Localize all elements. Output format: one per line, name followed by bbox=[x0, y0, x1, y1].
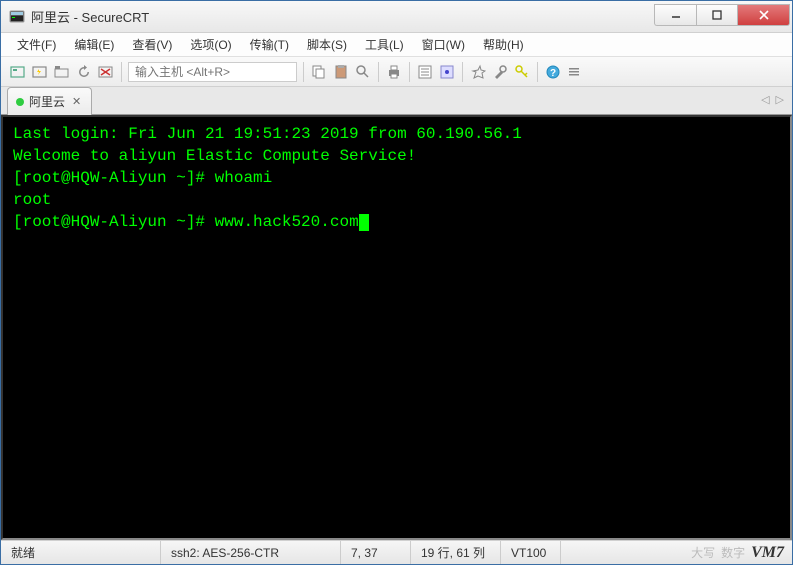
status-protocol: ssh2: AES-256-CTR bbox=[161, 541, 341, 564]
tab-session[interactable]: 阿里云 ✕ bbox=[7, 87, 92, 115]
toolbar-separator bbox=[121, 62, 122, 82]
menu-view[interactable]: 查看(V) bbox=[124, 33, 180, 56]
tab-next-icon[interactable]: ▷ bbox=[776, 93, 784, 106]
toolbar-separator bbox=[378, 62, 379, 82]
menubar: 文件(F) 编辑(E) 查看(V) 选项(O) 传输(T) 脚本(S) 工具(L… bbox=[1, 33, 792, 57]
close-button[interactable] bbox=[738, 4, 790, 26]
cursor-icon bbox=[359, 214, 369, 231]
tools-icon[interactable] bbox=[491, 63, 509, 81]
quick-connect-icon[interactable] bbox=[31, 63, 49, 81]
menu-options[interactable]: 选项(O) bbox=[182, 33, 239, 56]
command: www.hack520.com bbox=[215, 213, 359, 231]
properties-icon[interactable] bbox=[416, 63, 434, 81]
connect-icon[interactable] bbox=[9, 63, 27, 81]
tabbar: 阿里云 ✕ ◁ ▷ bbox=[1, 87, 792, 115]
maximize-button[interactable] bbox=[696, 4, 738, 26]
minimize-button[interactable] bbox=[654, 4, 696, 26]
key-icon[interactable] bbox=[513, 63, 531, 81]
status-caps: 大写 bbox=[691, 544, 715, 561]
tab-nav: ◁ ▷ bbox=[761, 93, 784, 106]
settings-icon[interactable] bbox=[469, 63, 487, 81]
tab-close-icon[interactable]: ✕ bbox=[72, 95, 81, 108]
print-icon[interactable] bbox=[385, 63, 403, 81]
status-term-type: VT100 bbox=[501, 541, 561, 564]
menu-tools[interactable]: 工具(L) bbox=[357, 33, 412, 56]
session-options-icon[interactable] bbox=[438, 63, 456, 81]
toolbar: ? bbox=[1, 57, 792, 87]
menu-window[interactable]: 窗口(W) bbox=[414, 33, 473, 56]
menu-help[interactable]: 帮助(H) bbox=[475, 33, 532, 56]
paste-icon[interactable] bbox=[332, 63, 350, 81]
status-cursor-pos: 7, 37 bbox=[341, 541, 411, 564]
toolbar-separator bbox=[537, 62, 538, 82]
prompt: [root@HQW-Aliyun ~]# bbox=[13, 213, 215, 231]
terminal-line: Welcome to aliyun Elastic Compute Servic… bbox=[13, 145, 780, 167]
status-rows-cols: 19 行, 61 列 bbox=[411, 541, 501, 564]
connect-tab-icon[interactable] bbox=[53, 63, 71, 81]
status-numlock: 数字 bbox=[721, 544, 745, 561]
terminal-line: [root@HQW-Aliyun ~]# whoami bbox=[13, 167, 780, 189]
command: whoami bbox=[215, 169, 273, 187]
window-title: 阿里云 - SecureCRT bbox=[31, 7, 654, 26]
host-input[interactable] bbox=[128, 62, 297, 82]
menu-transfer[interactable]: 传输(T) bbox=[242, 33, 297, 56]
toolbar-menu-icon[interactable] bbox=[566, 63, 584, 81]
statusbar: 就绪 ssh2: AES-256-CTR 7, 37 19 行, 61 列 VT… bbox=[1, 540, 792, 564]
menu-file[interactable]: 文件(F) bbox=[9, 33, 64, 56]
titlebar[interactable]: 阿里云 - SecureCRT bbox=[1, 1, 792, 33]
menu-edit[interactable]: 编辑(E) bbox=[66, 33, 122, 56]
reconnect-icon[interactable] bbox=[75, 63, 93, 81]
app-window: 阿里云 - SecureCRT 文件(F) 编辑(E) 查看(V) 选项(O) … bbox=[0, 0, 793, 565]
help-icon[interactable]: ? bbox=[544, 63, 562, 81]
menu-script[interactable]: 脚本(S) bbox=[299, 33, 355, 56]
toolbar-separator bbox=[409, 62, 410, 82]
find-icon[interactable] bbox=[354, 63, 372, 81]
terminal[interactable]: Last login: Fri Jun 21 19:51:23 2019 fro… bbox=[1, 115, 792, 540]
tab-label: 阿里云 bbox=[29, 93, 65, 110]
toolbar-separator bbox=[462, 62, 463, 82]
prompt: [root@HQW-Aliyun ~]# bbox=[13, 169, 215, 187]
disconnect-icon[interactable] bbox=[97, 63, 115, 81]
vm-label: VM7 bbox=[751, 544, 784, 562]
copy-icon[interactable] bbox=[310, 63, 328, 81]
status-ready: 就绪 bbox=[1, 541, 161, 564]
tab-prev-icon[interactable]: ◁ bbox=[761, 93, 769, 106]
app-icon bbox=[9, 9, 25, 25]
connected-indicator-icon bbox=[16, 98, 24, 106]
toolbar-separator bbox=[303, 62, 304, 82]
window-controls bbox=[654, 8, 790, 26]
svg-text:?: ? bbox=[550, 68, 556, 79]
terminal-line: [root@HQW-Aliyun ~]# www.hack520.com bbox=[13, 211, 780, 233]
terminal-line: root bbox=[13, 189, 780, 211]
status-right: 大写 数字 VM7 bbox=[683, 544, 792, 562]
terminal-line: Last login: Fri Jun 21 19:51:23 2019 fro… bbox=[13, 123, 780, 145]
